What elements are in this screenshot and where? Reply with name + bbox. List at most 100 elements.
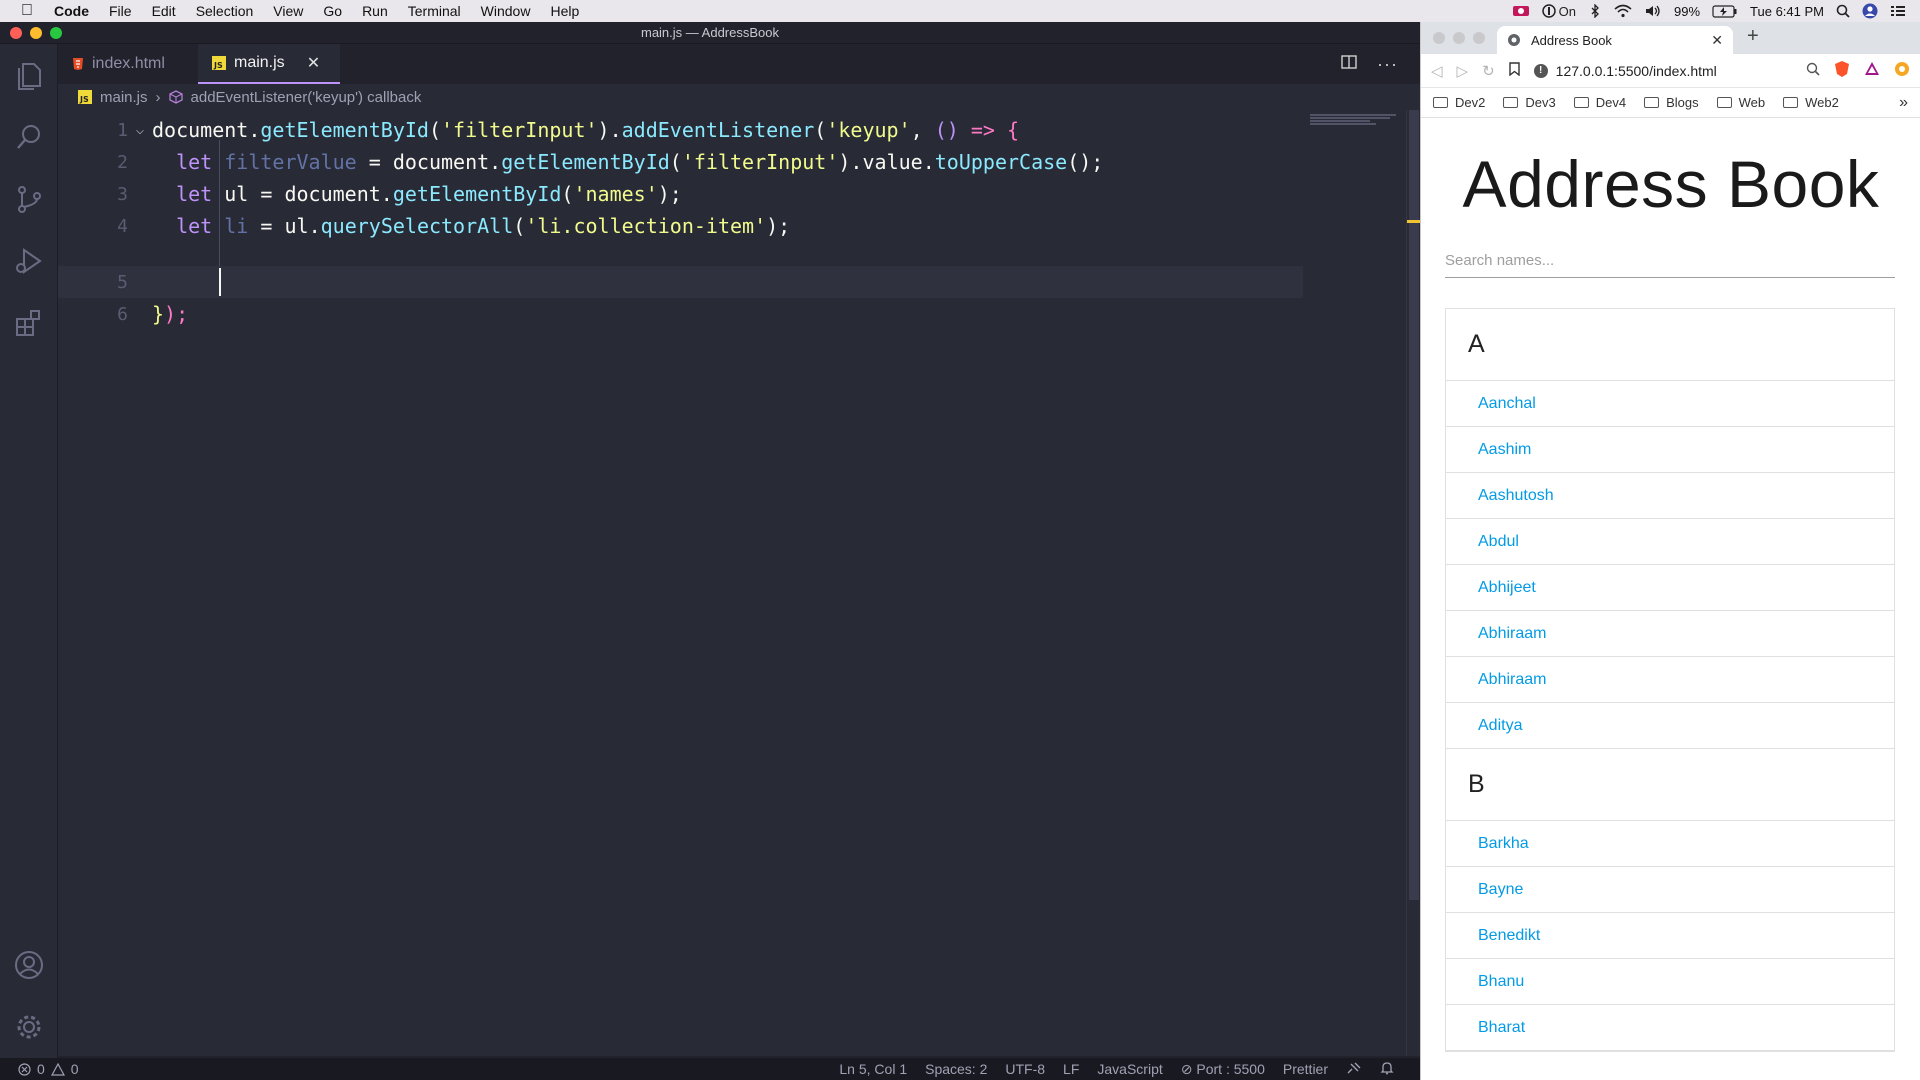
apple-icon[interactable]: 	[0, 2, 54, 20]
close-tab-icon[interactable]: ✕	[307, 53, 320, 73]
indentation[interactable]: Spaces: 2	[925, 1061, 987, 1077]
live-server-port[interactable]: ⊘ Port : 5500	[1181, 1061, 1265, 1078]
code-line-1[interactable]: 1 ⌵ document.getElementById('filterInput…	[58, 114, 1303, 146]
menu-terminal[interactable]: Terminal	[398, 3, 471, 19]
browser-tab-address-book[interactable]: Address Book ✕	[1497, 26, 1733, 54]
close-tab-icon[interactable]: ✕	[1711, 32, 1723, 49]
contact-link[interactable]: Aashim	[1478, 441, 1531, 459]
contact-link[interactable]: Aditya	[1478, 717, 1522, 735]
code-line-3[interactable]: 3 let ul = document.getElementById('name…	[58, 178, 1303, 210]
browser-minimize-button[interactable]	[1453, 32, 1465, 44]
browser-close-button[interactable]	[1433, 32, 1445, 44]
menubar-clock[interactable]: Tue 6:41 PM	[1750, 4, 1824, 19]
more-actions-icon[interactable]: ···	[1377, 54, 1398, 75]
contact-link[interactable]: Bharat	[1478, 1019, 1525, 1037]
bookmark-folder-dev2[interactable]: Dev2	[1433, 95, 1485, 110]
contact-link[interactable]: Bhanu	[1478, 973, 1524, 991]
accounts-icon[interactable]	[0, 934, 58, 996]
contact-link[interactable]: Benedikt	[1478, 927, 1540, 945]
extensions-icon[interactable]	[0, 292, 58, 354]
bookmark-folder-dev4[interactable]: Dev4	[1573, 95, 1626, 110]
user-avatar-icon[interactable]	[1862, 3, 1878, 19]
svg-text:JS: JS	[79, 95, 89, 104]
bookmark-folder-dev3[interactable]: Dev3	[1503, 95, 1556, 110]
menu-run[interactable]: Run	[352, 3, 398, 19]
tab-index-html[interactable]: index.html	[58, 44, 198, 84]
accessibility-on-indicator[interactable]: On	[1541, 3, 1576, 19]
breadcrumb-symbol[interactable]: addEventListener('keyup') callback	[191, 89, 422, 106]
scrollbar-thumb[interactable]	[1409, 110, 1419, 900]
menu-edit[interactable]: Edit	[142, 3, 186, 19]
address-bar[interactable]: ! 127.0.0.1:5500/index.html	[1533, 58, 1820, 84]
menu-help[interactable]: Help	[540, 3, 589, 19]
code-line-6[interactable]: 6 });	[58, 298, 1303, 330]
search-icon[interactable]	[0, 106, 58, 168]
menu-file[interactable]: File	[99, 3, 142, 19]
contact-link[interactable]: Barkha	[1478, 835, 1529, 853]
menu-selection[interactable]: Selection	[186, 3, 264, 19]
contact-link[interactable]: Aanchal	[1478, 395, 1536, 413]
run-debug-icon[interactable]	[0, 230, 58, 292]
breadcrumb-file[interactable]: main.js	[100, 89, 148, 106]
code-line-5[interactable]: 5	[58, 266, 1303, 298]
bluetooth-icon[interactable]	[1588, 3, 1602, 19]
code-editor[interactable]: 1 ⌵ document.getElementById('filterInput…	[58, 110, 1421, 1056]
error-icon	[18, 1062, 31, 1076]
contact-link[interactable]: Abhiraam	[1478, 671, 1546, 689]
more-bookmarks-icon[interactable]: »	[1899, 94, 1920, 112]
editor-scrollbar[interactable]	[1406, 110, 1421, 1056]
menu-app-code[interactable]: Code	[54, 3, 99, 19]
record-icon[interactable]	[1512, 3, 1530, 19]
bookmark-folder-web2[interactable]: Web2	[1783, 95, 1839, 110]
code-line-4[interactable]: 4 let li = ul.querySelectorAll('li.colle…	[58, 210, 1303, 242]
contact-link[interactable]: Aashutosh	[1478, 487, 1554, 505]
feedback-icon[interactable]	[1346, 1061, 1362, 1078]
contact-link[interactable]: Abhijeet	[1478, 579, 1536, 597]
brave-rewards-icon[interactable]	[1864, 61, 1880, 80]
problems-indicator[interactable]: 0 0	[0, 1061, 79, 1077]
browser-zoom-button[interactable]	[1473, 32, 1485, 44]
minimize-window-button[interactable]	[30, 26, 42, 39]
contact-link[interactable]: Abhiraam	[1478, 625, 1546, 643]
menu-go[interactable]: Go	[313, 3, 352, 19]
explorer-icon[interactable]	[0, 44, 58, 106]
minimap[interactable]	[1310, 114, 1400, 125]
extension-icon[interactable]	[1894, 61, 1910, 81]
menu-window[interactable]: Window	[471, 3, 541, 19]
code-line-2[interactable]: 2 let filterValue = document.getElementB…	[58, 146, 1303, 178]
zoom-icon[interactable]	[1806, 62, 1820, 79]
bookmark-page-icon[interactable]	[1508, 61, 1520, 80]
notifications-bell-icon[interactable]	[1380, 1061, 1394, 1078]
bookmark-folder-blogs[interactable]: Blogs	[1644, 95, 1699, 110]
settings-gear-icon[interactable]	[0, 996, 58, 1058]
contact-link[interactable]: Abdul	[1478, 533, 1519, 551]
forward-icon[interactable]: ▷	[1457, 62, 1469, 80]
reload-icon[interactable]: ↻	[1482, 62, 1495, 80]
search-names-input[interactable]	[1445, 244, 1895, 278]
battery-charging-icon[interactable]	[1712, 3, 1738, 19]
encoding[interactable]: UTF-8	[1005, 1061, 1045, 1077]
new-tab-button[interactable]: +	[1747, 25, 1759, 48]
site-info-icon[interactable]: !	[1533, 63, 1548, 78]
wifi-icon[interactable]	[1614, 3, 1632, 19]
fold-chevron-icon[interactable]: ⌵	[128, 122, 152, 138]
prettier-formatter[interactable]: Prettier	[1283, 1061, 1328, 1077]
contact-link[interactable]: Bayne	[1478, 881, 1523, 899]
close-window-button[interactable]	[10, 26, 22, 39]
split-editor-icon[interactable]	[1341, 54, 1357, 75]
address-bar-url[interactable]: 127.0.0.1:5500/index.html	[1556, 63, 1717, 79]
cursor-position[interactable]: Ln 5, Col 1	[839, 1061, 907, 1077]
language-mode[interactable]: JavaScript	[1097, 1061, 1162, 1077]
tab-main-js[interactable]: JS main.js ✕	[198, 44, 341, 84]
code-text: document.getElementById('filterInput').a…	[152, 118, 1020, 142]
bookmark-folder-web[interactable]: Web	[1716, 95, 1765, 110]
control-center-icon[interactable]	[1890, 3, 1906, 19]
source-control-icon[interactable]	[0, 168, 58, 230]
end-of-line[interactable]: LF	[1063, 1061, 1079, 1077]
zoom-window-button[interactable]	[50, 26, 62, 39]
spotlight-search-icon[interactable]	[1836, 3, 1850, 19]
brave-shields-icon[interactable]	[1834, 60, 1850, 82]
volume-icon[interactable]	[1644, 3, 1662, 19]
back-icon[interactable]: ◁	[1431, 62, 1443, 80]
menu-view[interactable]: View	[263, 3, 313, 19]
